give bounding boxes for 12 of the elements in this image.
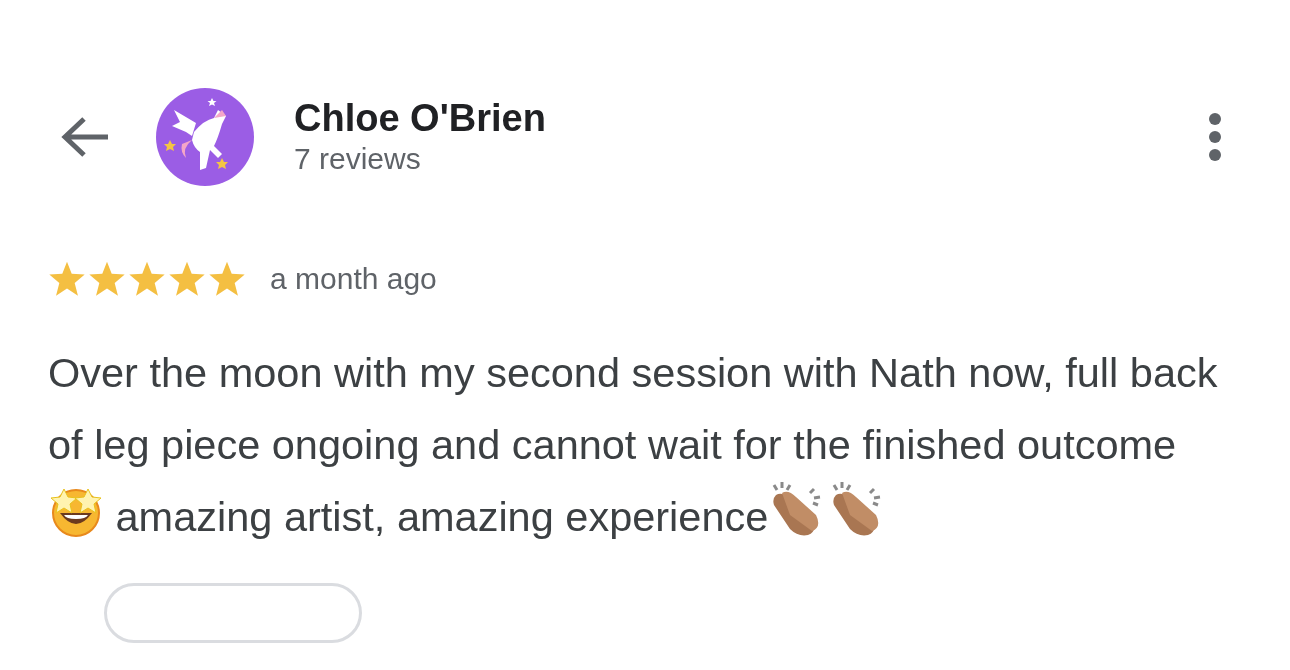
star-icon [88, 260, 126, 297]
reviewer-name: Chloe O'Brien [294, 97, 546, 141]
review-count: 7 reviews [294, 140, 422, 177]
review-time: a month ago [270, 261, 437, 297]
star-icon [48, 260, 86, 297]
star-eyes-face-icon [48, 487, 104, 537]
back-arrow-icon [60, 115, 110, 159]
review-text: amazing artist, amazing experience [114, 493, 769, 540]
more-options-icon [1208, 112, 1222, 162]
star-icon [168, 260, 206, 297]
star-icon [128, 260, 166, 297]
star-icon [208, 260, 246, 297]
